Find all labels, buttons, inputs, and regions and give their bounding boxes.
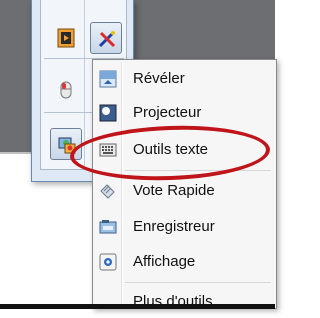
menu-item-affichage[interactable]: Affichage (95, 246, 275, 278)
recorder-icon (99, 220, 117, 234)
menu-item-vote-rapide[interactable]: Vote Rapide (95, 175, 275, 207)
presentation-icon (57, 28, 75, 48)
display-icon (99, 253, 117, 271)
menu-item-enregistreur[interactable]: Enregistreur (95, 211, 275, 243)
mouse-button[interactable] (50, 74, 82, 106)
menu-item-projecteur[interactable]: Projecteur (95, 97, 275, 129)
mouse-icon (60, 81, 72, 99)
menu-item-label: Vote Rapide (133, 182, 215, 199)
spotlight-icon (99, 104, 117, 122)
presentation-button[interactable] (50, 22, 82, 54)
reveal-icon (99, 70, 117, 88)
menu-item-label: Projecteur (133, 104, 202, 121)
pen-tool-icon (98, 31, 116, 48)
menu-item-label: Enregistreur (133, 218, 215, 235)
menu-separator (125, 282, 271, 283)
page-border-bottom (0, 304, 275, 309)
menu-item-label: Révéler (133, 70, 185, 87)
pen-tool-button[interactable] (90, 22, 122, 54)
quick-vote-icon (100, 184, 115, 199)
menu-item-reveler[interactable]: Révéler (95, 63, 275, 95)
menu-item-label: Affichage (133, 253, 196, 270)
tools-context-menu: Révéler Projecteur Outils texte Vote Rap… (92, 59, 277, 310)
menu-item-plus-doutils[interactable]: Plus d'outils (95, 286, 275, 318)
